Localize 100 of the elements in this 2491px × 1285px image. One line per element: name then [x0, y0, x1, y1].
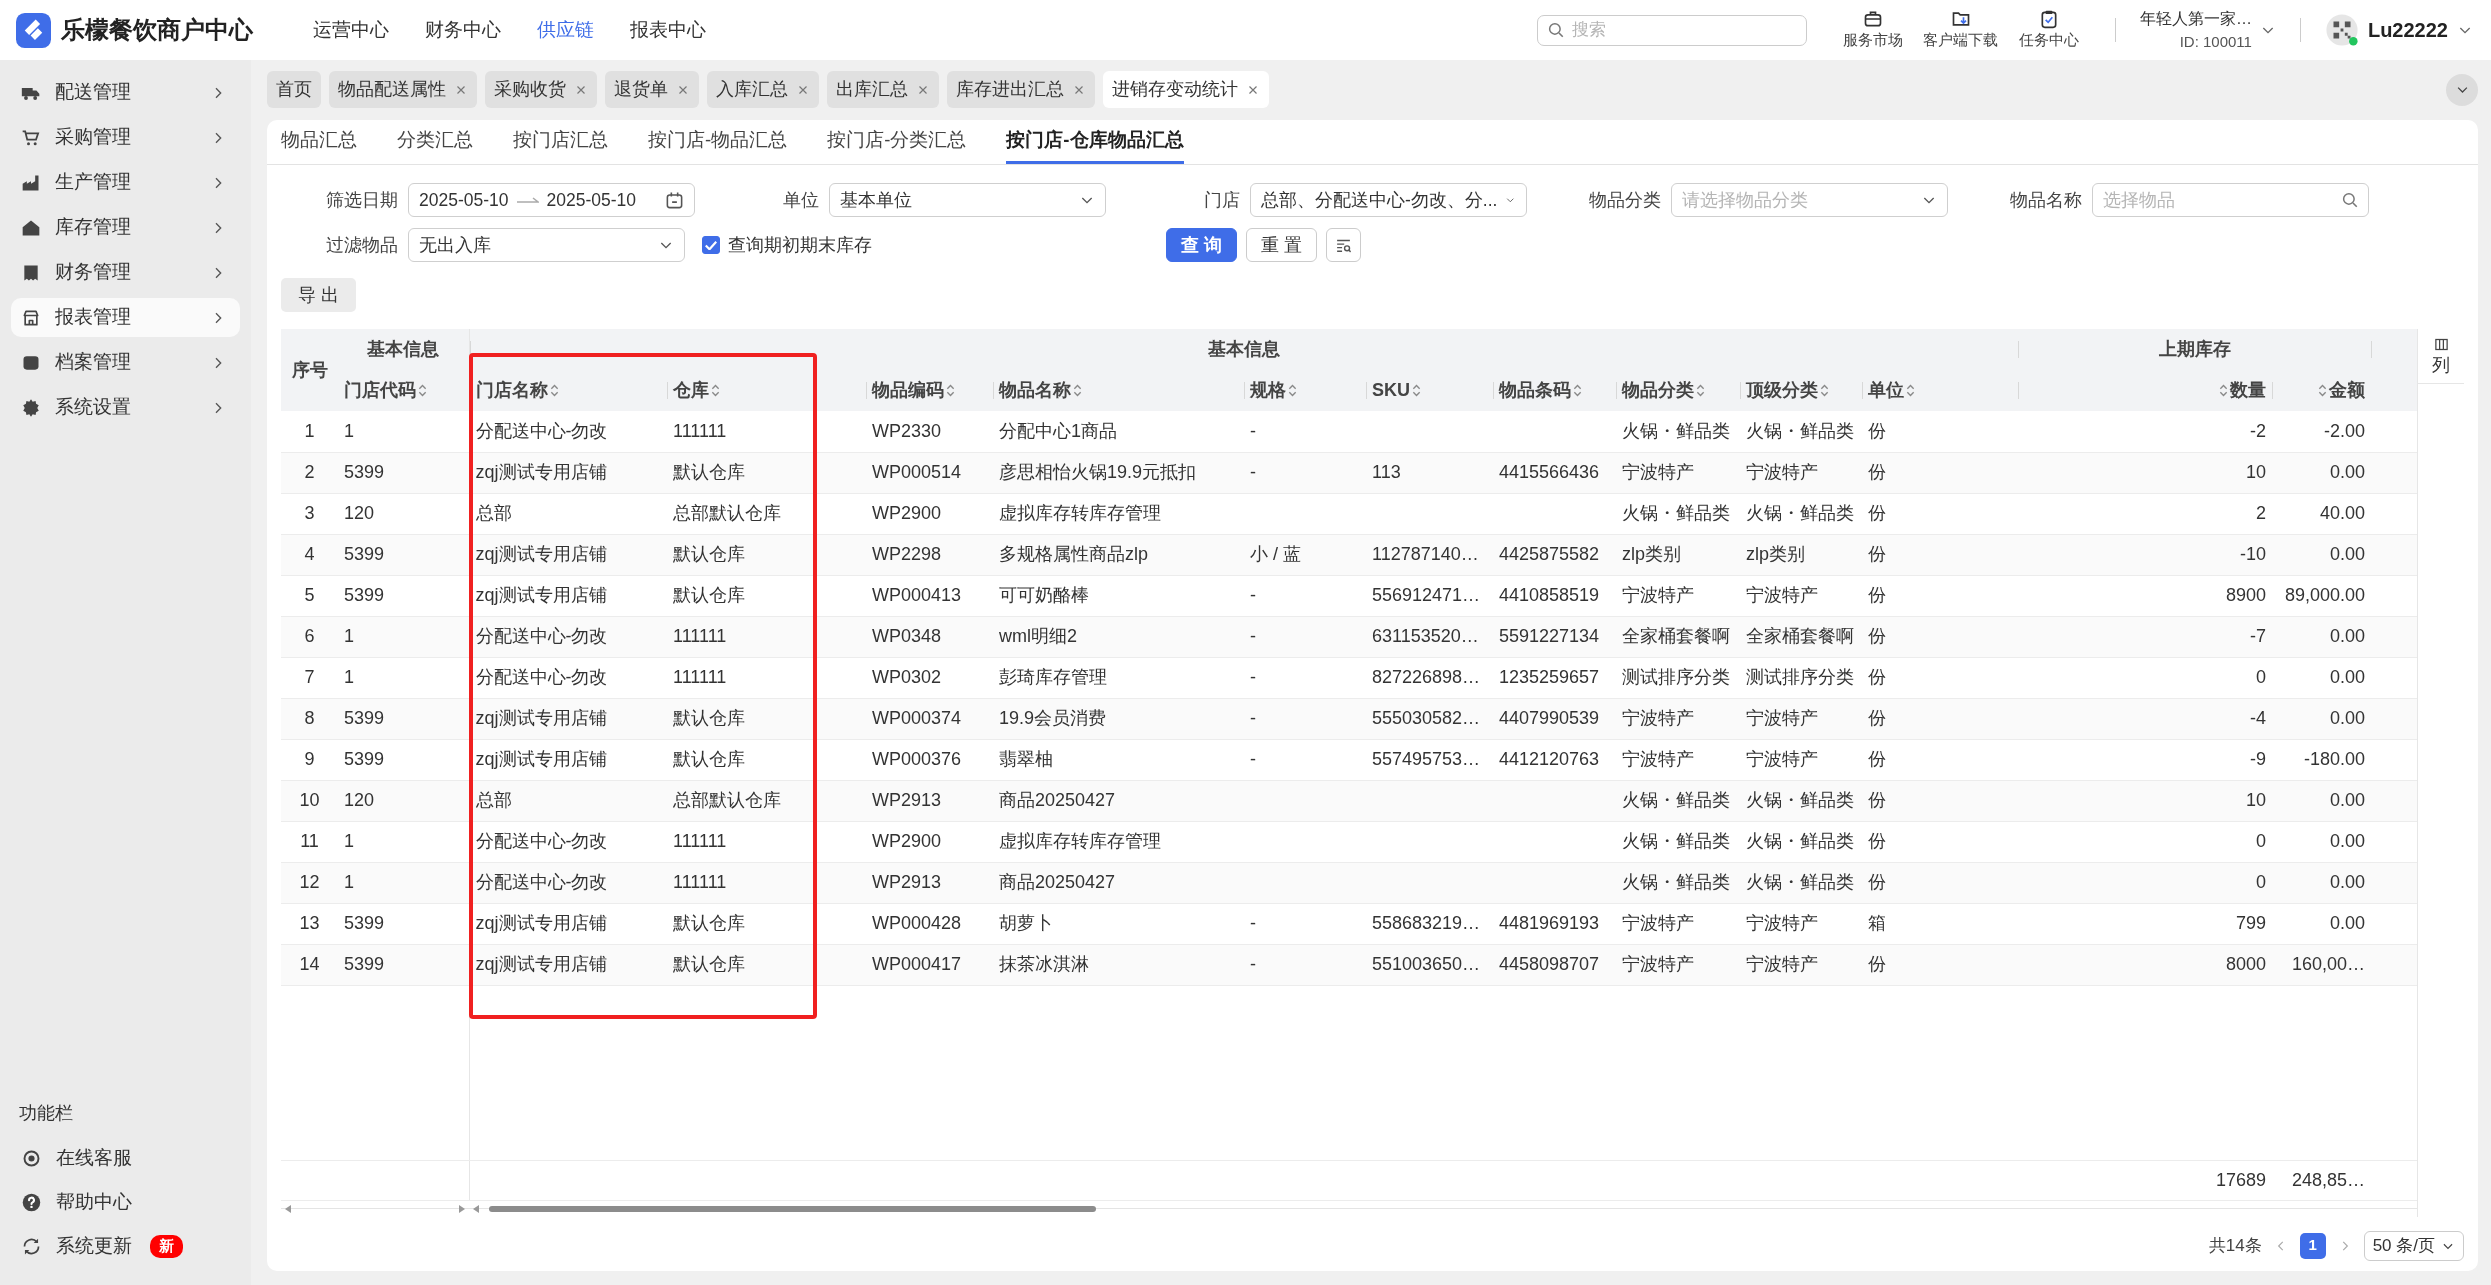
- page-tab[interactable]: 出库汇总: [827, 71, 939, 108]
- sidebar-item[interactable]: 财务管理: [11, 253, 240, 292]
- filter-label: 过滤物品: [325, 233, 398, 257]
- page-size-select[interactable]: 50 条/页: [2363, 1230, 2464, 1261]
- sort-icon[interactable]: [946, 383, 955, 398]
- sort-icon[interactable]: [1906, 383, 1915, 398]
- sub-tab[interactable]: 分类汇总: [397, 119, 473, 164]
- table-cell: 宁波特产: [1740, 698, 1862, 739]
- sidebar-item[interactable]: 生产管理: [11, 163, 240, 202]
- account-switcher[interactable]: 年轻人第一家… ID: 100011: [2139, 6, 2276, 54]
- sub-tab[interactable]: 物品汇总: [281, 119, 357, 164]
- table-cell: 宁波特产: [1616, 739, 1740, 780]
- logo-icon: [16, 12, 51, 48]
- sub-tab[interactable]: 按门店-物品汇总: [648, 119, 788, 164]
- date-range-field[interactable]: 2025-05-10 2025-05-10: [408, 183, 695, 217]
- app-title: 乐檬餐饮商户中心: [61, 15, 253, 45]
- column-header[interactable]: 物品分类: [1616, 370, 1740, 411]
- select-field[interactable]: 基本单位: [829, 183, 1106, 217]
- sub-tab[interactable]: 按门店汇总: [513, 119, 608, 164]
- table-cell: 10: [2018, 780, 2273, 821]
- sort-icon[interactable]: [549, 383, 559, 398]
- column-header[interactable]: 物品名称: [993, 370, 1244, 411]
- sort-icon[interactable]: [1412, 383, 1421, 398]
- column-header[interactable]: 门店代码: [338, 370, 469, 411]
- column-header[interactable]: 物品条码: [1493, 370, 1616, 411]
- search-field[interactable]: 选择物品: [2092, 183, 2369, 217]
- sort-icon[interactable]: [1073, 383, 1082, 398]
- nav-link[interactable]: 运营中心: [313, 15, 389, 45]
- query-button[interactable]: 查 询: [1166, 228, 1237, 262]
- page-tab[interactable]: 进销存变动统计: [1103, 71, 1269, 108]
- toolbar-button[interactable]: 客户端下载: [1918, 8, 2003, 52]
- toolbar-button[interactable]: 任务中心: [2006, 8, 2091, 52]
- column-header[interactable]: 数量: [2018, 370, 2273, 411]
- sort-icon[interactable]: [1573, 383, 1582, 398]
- column-group-header: 上期库存: [2018, 329, 2372, 370]
- page-tab[interactable]: 库存进出汇总: [947, 71, 1095, 108]
- sidebar-item[interactable]: 帮助中心: [11, 1183, 240, 1222]
- sort-icon[interactable]: [1288, 383, 1297, 398]
- table-cell: WP000374: [866, 698, 993, 739]
- column-header[interactable]: 顶级分类: [1740, 370, 1862, 411]
- user-menu[interactable]: Lu22222: [2324, 13, 2473, 47]
- calendar-icon: [665, 190, 684, 210]
- table-cell: 火锅・鲜品类: [1740, 493, 1862, 534]
- checkbox-label: 查询期初期末库存: [728, 233, 872, 257]
- table-cell: 宁波特产: [1616, 698, 1740, 739]
- sidebar-item[interactable]: 在线客服: [11, 1139, 240, 1178]
- nav-link[interactable]: 供应链: [537, 15, 594, 45]
- sub-tab[interactable]: 按门店-分类汇总: [827, 119, 967, 164]
- column-header[interactable]: 规格: [1244, 370, 1366, 411]
- select-field[interactable]: 总部、分配送中心-勿改、分...: [1250, 183, 1527, 217]
- sort-icon[interactable]: [711, 383, 720, 398]
- table-cell: -: [1244, 739, 1366, 780]
- table-cell: 分配送中心-勿改: [469, 411, 667, 452]
- table-cell: WP000428: [866, 903, 993, 944]
- nav-link[interactable]: 报表中心: [630, 15, 706, 45]
- search-field[interactable]: 搜索: [1536, 14, 1807, 46]
- page-tab[interactable]: 首页: [267, 71, 321, 108]
- column-header[interactable]: 仓库: [667, 370, 866, 411]
- sidebar-item[interactable]: 报表管理: [11, 298, 240, 337]
- table-cell: 虚拟库存转库存管理: [993, 493, 1244, 534]
- sidebar-item[interactable]: 系统设置: [11, 388, 240, 427]
- table-cell: 份: [1862, 944, 2019, 985]
- select-field[interactable]: 无出入库: [408, 228, 685, 262]
- sub-tab[interactable]: 按门店-仓库物品汇总: [1006, 119, 1184, 164]
- column-header[interactable]: 物品编码: [866, 370, 993, 411]
- sidebar-item[interactable]: 系统更新 新: [11, 1227, 240, 1266]
- sidebar-item[interactable]: 库存管理: [11, 208, 240, 247]
- page-button[interactable]: 1: [2299, 1232, 2326, 1259]
- sort-icon[interactable]: [418, 383, 427, 398]
- sort-icon[interactable]: [2318, 383, 2328, 398]
- column-header[interactable]: 金额: [2272, 370, 2372, 411]
- filter-settings-button[interactable]: [1326, 228, 1362, 262]
- sort-icon[interactable]: [2219, 383, 2229, 398]
- sidebar-item[interactable]: 采购管理: [11, 118, 240, 157]
- sort-icon[interactable]: [1696, 383, 1705, 398]
- column-header[interactable]: SKU: [1366, 370, 1493, 411]
- table-cell: -: [1244, 698, 1366, 739]
- table-cell: 翡翠柚: [993, 739, 1244, 780]
- table-cell: 火锅・鲜品类: [1616, 821, 1740, 862]
- table-cell: 商品20250427: [993, 862, 1244, 903]
- page-tab[interactable]: 采购收货: [485, 71, 597, 108]
- toolbar-button[interactable]: 服务市场: [1830, 8, 1915, 52]
- page-tab[interactable]: 退货单: [605, 71, 699, 108]
- sidebar-item[interactable]: 配送管理: [11, 73, 240, 112]
- table-cell: 0.00: [2272, 698, 2372, 739]
- nav-link[interactable]: 财务中心: [425, 15, 501, 45]
- column-header[interactable]: 单位: [1862, 370, 2019, 411]
- page-tab[interactable]: 物品配送属性: [329, 71, 477, 108]
- export-button[interactable]: 导 出: [281, 278, 356, 312]
- table-cell: 份: [1862, 862, 2019, 903]
- table-cell: 火锅・鲜品类: [1616, 411, 1740, 452]
- table-cell: 火锅・鲜品类: [1740, 862, 1862, 903]
- table-cell: 火锅・鲜品类: [1616, 780, 1740, 821]
- table-cell: 宁波特产: [1616, 944, 1740, 985]
- sidebar-item[interactable]: 档案管理: [11, 343, 240, 382]
- page-tab[interactable]: 入库汇总: [707, 71, 819, 108]
- reset-button[interactable]: 重 置: [1246, 228, 1318, 262]
- table-cell: 0: [2018, 862, 2273, 903]
- sort-icon[interactable]: [1820, 383, 1829, 398]
- checkbox[interactable]: [702, 236, 720, 254]
